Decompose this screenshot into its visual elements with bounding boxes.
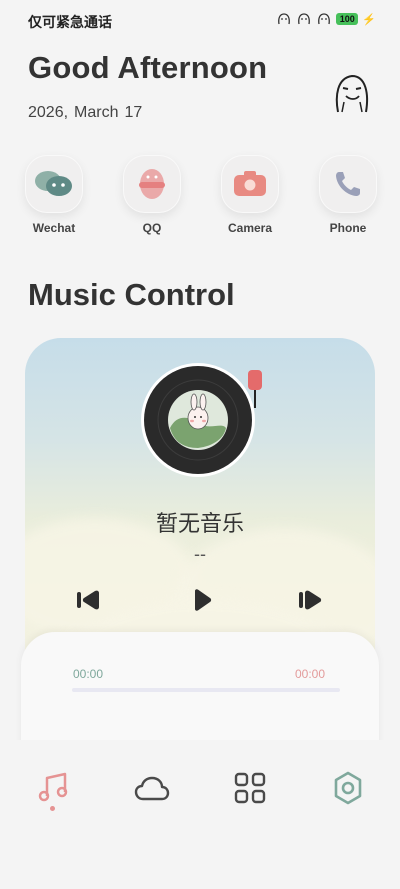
cloud-icon [134, 776, 170, 801]
app-qq[interactable]: QQ [112, 155, 192, 235]
vinyl-record-icon[interactable] [140, 362, 256, 478]
progress-slider[interactable] [72, 688, 340, 692]
app-label: Phone [329, 221, 367, 235]
doodle-face-icon [278, 13, 291, 25]
app-label: QQ [142, 221, 162, 235]
next-button[interactable] [296, 588, 326, 612]
greeting-title: Good Afternoon [28, 50, 268, 85]
status-icons: 100 ⚡ [276, 12, 376, 26]
date-month: March [74, 104, 119, 121]
wechat-icon [35, 171, 72, 196]
date-year: 2026, [28, 104, 69, 121]
play-button[interactable] [186, 588, 216, 612]
doodle-face-icon [318, 13, 331, 25]
charging-icon: ⚡ [362, 13, 376, 26]
battery-indicator: 100 [336, 13, 359, 25]
nav-settings[interactable] [328, 768, 368, 808]
qq-tile[interactable] [123, 155, 181, 213]
skip-previous-icon [77, 590, 99, 610]
camera-tile[interactable] [221, 155, 279, 213]
carrier-status: 仅可紧急通话 [28, 14, 112, 30]
music-note-icon [38, 772, 68, 802]
active-indicator [50, 806, 55, 811]
section-title: Music Control [28, 277, 235, 312]
nav-weather[interactable] [132, 768, 172, 808]
status-bar: 仅可紧急通话 100 ⚡ [0, 0, 400, 40]
song-title: 暂无音乐 [155, 511, 244, 536]
current-time: 00:00 [73, 667, 104, 681]
camera-icon [234, 171, 266, 196]
nav-music[interactable] [34, 768, 74, 808]
bottom-nav [0, 740, 400, 889]
app-camera[interactable]: Camera [210, 155, 290, 235]
app-wechat[interactable]: Wechat [14, 155, 94, 235]
play-icon [195, 589, 212, 611]
phone-icon [336, 172, 360, 196]
date-day: 17 [124, 104, 143, 121]
date-text: 2026, March 17 [28, 104, 142, 122]
app-shortcuts: Wechat QQ Camera Phone [0, 155, 400, 245]
doodle-face-icon [298, 13, 311, 25]
qq-icon [139, 169, 165, 199]
previous-button[interactable] [74, 588, 104, 612]
app-label: Camera [227, 221, 273, 235]
doodle-face-icon[interactable] [332, 72, 372, 114]
skip-next-icon [299, 590, 322, 610]
tonearm-icon [248, 370, 262, 408]
wechat-tile[interactable] [25, 155, 83, 213]
app-label: Wechat [32, 221, 76, 235]
song-artist: -- [194, 544, 206, 564]
nav-apps[interactable] [230, 768, 270, 808]
settings-icon [334, 771, 362, 805]
app-phone[interactable]: Phone [308, 155, 388, 235]
total-time: 00:00 [295, 667, 326, 681]
phone-tile[interactable] [319, 155, 377, 213]
grid-icon [234, 772, 266, 804]
